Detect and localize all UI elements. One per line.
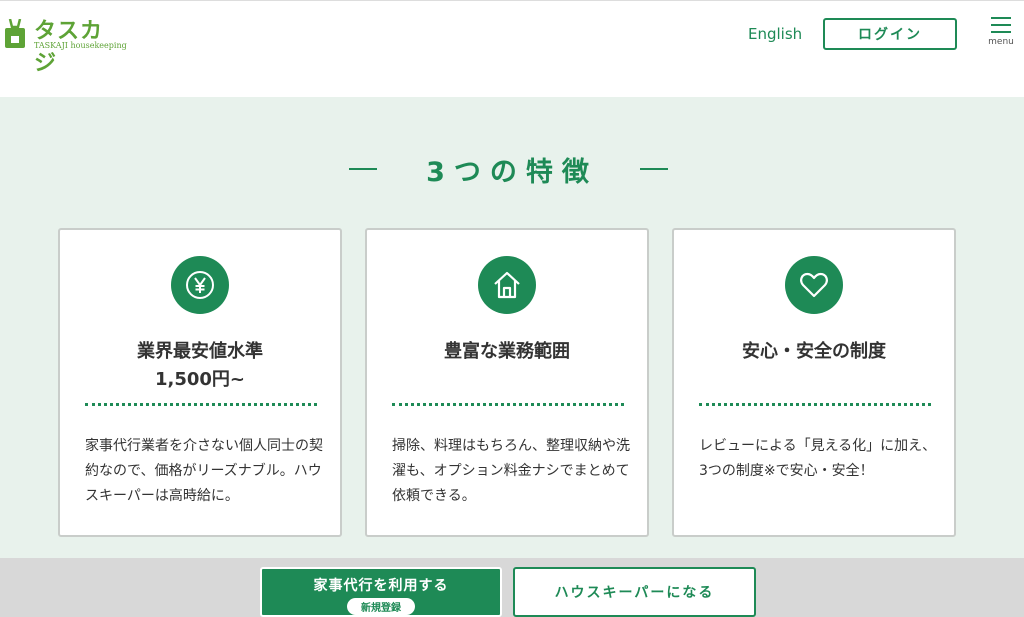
english-language-link[interactable]: English [748, 25, 802, 43]
site-logo[interactable]: タスカジ TASKAJI housekeeping [4, 13, 127, 76]
yen-icon [171, 256, 229, 314]
feature-description: レビューによる「見える化」に加え、3つの制度※で安心・安全！ [699, 438, 937, 479]
feature-description: 掃除、料理はもちろん、整理収納や洗濯も、オプション料金ナシでまとめて依頼できる。 [392, 438, 630, 504]
cta-primary-label: 家事代行を利用する [313, 577, 449, 593]
become-housekeeper-button[interactable]: ハウスキーパーになる [513, 567, 756, 617]
feature-card-scope: 豊富な業務範囲 掃除、料理はもちろん、整理収納や洗濯も、オプション料金ナシでまと… [365, 228, 649, 537]
sticky-cta-bar [0, 558, 1024, 617]
hamburger-icon [991, 17, 1011, 33]
use-housekeeping-signup-button[interactable]: 家事代行を利用する 新規登録 [260, 567, 502, 617]
feature-description: 家事代行業者を介さない個人同士の契約なので、価格がリーズナブル。ハウスキーパーは… [85, 438, 323, 504]
site-header: タスカジ TASKAJI housekeeping English ログイン m… [0, 0, 1024, 97]
feature-card-price: 業界最安値水準 1,500円~ 家事代行業者を介さない個人同士の契約なので、価格… [58, 228, 342, 537]
house-icon [478, 256, 536, 314]
features-section-title: 3つの特徴 [426, 157, 598, 188]
new-registration-badge: 新規登録 [347, 598, 415, 615]
dotted-divider [699, 403, 931, 406]
title-right-rule [640, 168, 668, 170]
feature-title-text: 豊富な業務範囲 [444, 341, 570, 362]
feature-title-text: 安心・安全の制度 [742, 341, 886, 362]
feature-card-title: 豊富な業務範囲 [367, 338, 647, 366]
feature-card-safety: 安心・安全の制度 レビューによる「見える化」に加え、3つの制度※で安心・安全！ [672, 228, 956, 537]
login-button[interactable]: ログイン [823, 18, 957, 50]
heart-icon [785, 256, 843, 314]
feature-title-text: 業界最安値水準 [137, 341, 263, 362]
dotted-divider [85, 403, 317, 406]
feature-card-title: 安心・安全の制度 [674, 338, 954, 366]
menu-label: menu [988, 37, 1014, 47]
logo-subtext: TASKAJI housekeeping [34, 41, 127, 50]
feature-card-title: 業界最安値水準 1,500円~ [60, 338, 340, 394]
feature-price-subtitle: 1,500円~ [154, 369, 246, 390]
menu-button[interactable]: menu [984, 15, 1018, 57]
dotted-divider [392, 403, 624, 406]
apron-logo-icon [5, 19, 25, 48]
